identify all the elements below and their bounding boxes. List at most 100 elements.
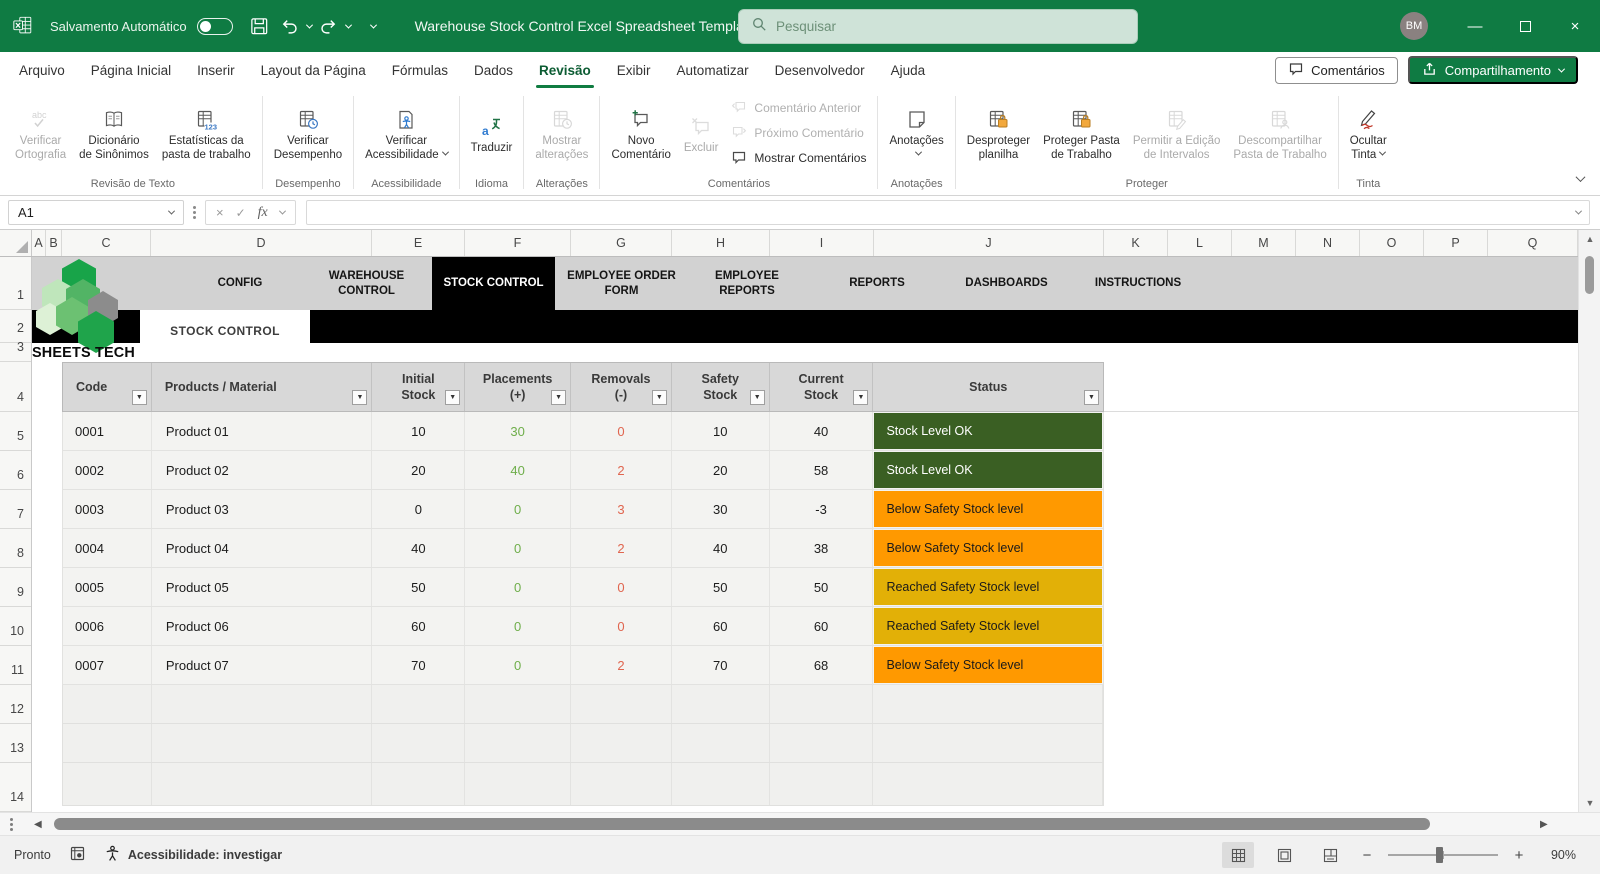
estatisticas-da-pasta-de-trabalho-button[interactable]: 123 Estatísticas da pasta de trabalho xyxy=(156,102,257,165)
row-header-2[interactable]: 2 xyxy=(0,310,31,343)
cell-initial[interactable]: 70 xyxy=(372,646,466,684)
empty-cell[interactable] xyxy=(372,724,466,762)
menu-tab-revisao[interactable]: Revisão xyxy=(526,52,604,88)
row-header-4[interactable]: 4 xyxy=(0,362,31,412)
minimize-button[interactable]: — xyxy=(1450,0,1500,52)
filter-dropdown-icon[interactable]: ▼ xyxy=(551,390,567,405)
cell-code[interactable]: 0006 xyxy=(63,607,152,645)
cell-product[interactable]: Product 01 xyxy=(152,412,373,450)
document-title[interactable]: Warehouse Stock Control Excel Spreadshee… xyxy=(415,18,772,34)
cell-safety[interactable]: 70 xyxy=(672,646,770,684)
redo-chevron-icon[interactable] xyxy=(344,21,352,29)
proteger-pasta-de-trabalho-button[interactable]: Proteger Pasta de Trabalho xyxy=(1037,102,1126,165)
horizontal-scroll-thumb[interactable] xyxy=(54,818,1430,830)
traduzir-button[interactable]: a Traduzir xyxy=(465,109,519,157)
maximize-button[interactable] xyxy=(1500,0,1550,52)
insert-function-icon[interactable]: fx xyxy=(258,205,268,221)
cell-current[interactable]: 58 xyxy=(770,451,874,489)
cell-safety[interactable]: 50 xyxy=(672,568,770,606)
formula-bar-expand-chevron-icon[interactable] xyxy=(1574,207,1583,215)
save-icon[interactable] xyxy=(247,11,273,41)
empty-cell[interactable] xyxy=(465,685,572,723)
cell-placements[interactable]: 40 xyxy=(465,451,572,489)
cell-product[interactable]: Product 06 xyxy=(152,607,373,645)
row-header-5[interactable]: 5 xyxy=(0,412,31,451)
column-header-q[interactable]: Q xyxy=(1488,230,1578,256)
filter-dropdown-icon[interactable]: ▼ xyxy=(352,390,368,405)
column-header-k[interactable]: K xyxy=(1104,230,1168,256)
redo-icon[interactable] xyxy=(316,11,342,41)
nav-item-warehouse-control[interactable]: WAREHOUSE CONTROL xyxy=(304,257,429,310)
avatar[interactable]: BM xyxy=(1400,12,1428,40)
cell-safety[interactable]: 40 xyxy=(672,529,770,567)
excel-app-icon[interactable] xyxy=(10,11,36,41)
menu-tab-pagina-inicial[interactable]: Página Inicial xyxy=(78,52,184,88)
filter-dropdown-icon[interactable]: ▼ xyxy=(651,390,667,405)
empty-cell[interactable] xyxy=(873,724,1104,762)
empty-cell[interactable] xyxy=(152,724,373,762)
cell-safety[interactable]: 60 xyxy=(672,607,770,645)
enter-icon[interactable]: ✓ xyxy=(236,206,246,220)
filter-dropdown-icon[interactable]: ▼ xyxy=(853,390,869,405)
nav-item-stock-control[interactable]: STOCK CONTROL xyxy=(432,257,555,310)
table-header-status[interactable]: Status ▼ xyxy=(873,363,1103,411)
filter-dropdown-icon[interactable]: ▼ xyxy=(1084,390,1099,405)
cell-placements[interactable]: 0 xyxy=(465,529,572,567)
zoom-slider-thumb[interactable] xyxy=(1436,847,1443,863)
cell-safety[interactable]: 30 xyxy=(672,490,770,528)
zoom-out-button[interactable]: − xyxy=(1360,847,1374,864)
cell-status[interactable]: Below Safety Stock level xyxy=(873,490,1103,528)
cell-code[interactable]: 0004 xyxy=(63,529,152,567)
zoom-slider[interactable] xyxy=(1388,847,1498,863)
cell-initial[interactable]: 50 xyxy=(372,568,466,606)
customize-qat-chevron-icon[interactable] xyxy=(361,11,387,41)
empty-cell[interactable] xyxy=(63,724,152,762)
cell-product[interactable]: Product 02 xyxy=(152,451,373,489)
filter-dropdown-icon[interactable]: ▼ xyxy=(749,390,765,405)
cell-status[interactable]: Reached Safety Stock level xyxy=(873,568,1103,606)
cell-placements[interactable]: 0 xyxy=(465,646,572,684)
column-header-e[interactable]: E xyxy=(372,230,465,256)
empty-cell[interactable] xyxy=(571,685,672,723)
verificar-desempenho-button[interactable]: Verificar Desempenho xyxy=(268,102,348,165)
formula-input[interactable] xyxy=(305,200,1590,225)
zoom-in-button[interactable]: + xyxy=(1512,847,1526,864)
row-header-8[interactable]: 8 xyxy=(0,529,31,568)
cell-current[interactable]: -3 xyxy=(770,490,874,528)
cell-current[interactable]: 38 xyxy=(770,529,874,567)
cell-status[interactable]: Stock Level OK xyxy=(873,451,1103,489)
row-header-10[interactable]: 10 xyxy=(0,607,31,646)
menu-tab-dados[interactable]: Dados xyxy=(461,52,526,88)
nav-item-employee-order-form[interactable]: EMPLOYEE ORDER FORM xyxy=(559,257,684,310)
cell-removals[interactable]: 2 xyxy=(571,646,672,684)
cell-removals[interactable]: 3 xyxy=(571,490,672,528)
page-layout-view-button[interactable] xyxy=(1268,842,1300,868)
column-header-c[interactable]: C xyxy=(62,230,151,256)
cell-product[interactable]: Product 05 xyxy=(152,568,373,606)
cell-product[interactable]: Product 04 xyxy=(152,529,373,567)
normal-view-button[interactable] xyxy=(1222,842,1254,868)
undo-chevron-icon[interactable] xyxy=(305,21,313,29)
menu-tab-ajuda[interactable]: Ajuda xyxy=(878,52,939,88)
menu-tab-inserir[interactable]: Inserir xyxy=(184,52,248,88)
empty-cell[interactable] xyxy=(770,763,874,805)
row-header-11[interactable]: 11 xyxy=(0,646,31,685)
empty-cell[interactable] xyxy=(152,763,373,805)
active-sheet-tab[interactable]: STOCK CONTROL xyxy=(140,310,310,351)
empty-cell[interactable] xyxy=(372,763,466,805)
empty-cell[interactable] xyxy=(465,724,572,762)
cancel-icon[interactable]: × xyxy=(216,205,224,220)
scroll-down-icon[interactable]: ▼ xyxy=(1579,798,1600,808)
cell-initial[interactable]: 40 xyxy=(372,529,466,567)
mostrar-comentarios-button[interactable]: Mostrar Comentários xyxy=(731,149,866,168)
empty-cell[interactable] xyxy=(873,685,1104,723)
column-header-n[interactable]: N xyxy=(1296,230,1360,256)
undo-icon[interactable] xyxy=(277,11,303,41)
nav-item-reports[interactable]: REPORTS xyxy=(822,257,932,310)
empty-cell[interactable] xyxy=(770,685,874,723)
column-header-i[interactable]: I xyxy=(770,230,874,256)
cell-initial[interactable]: 10 xyxy=(372,412,466,450)
cell-code[interactable]: 0003 xyxy=(63,490,152,528)
close-button[interactable]: × xyxy=(1550,0,1600,52)
column-header-h[interactable]: H xyxy=(672,230,770,256)
